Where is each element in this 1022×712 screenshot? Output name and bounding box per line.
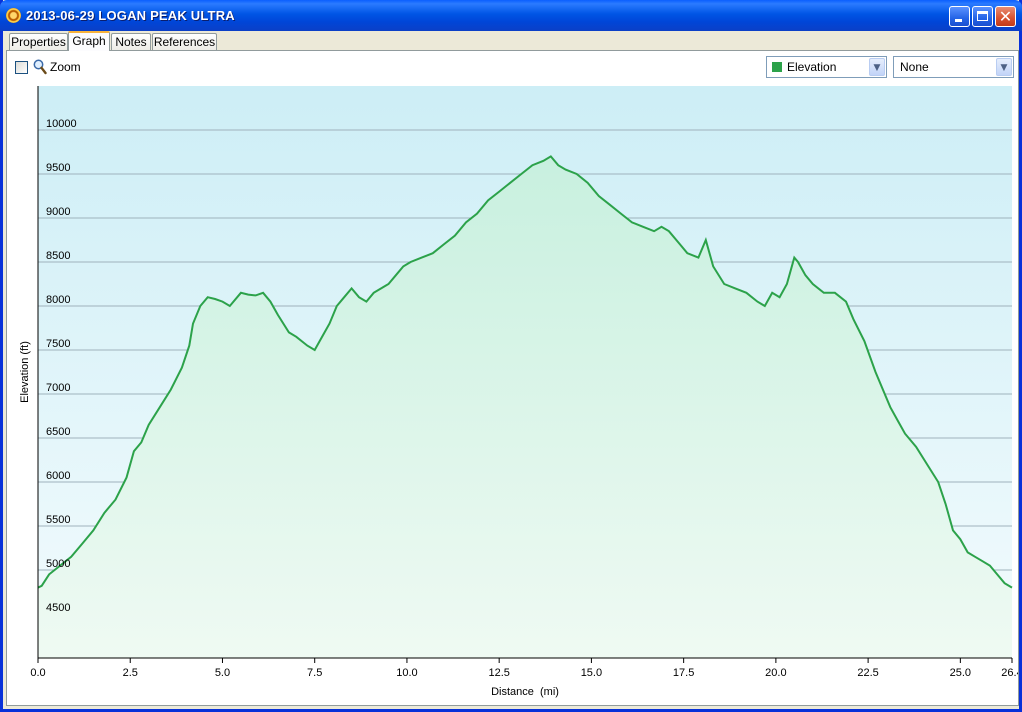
tab-notes[interactable]: Notes	[111, 33, 151, 51]
close-button[interactable]: ✕	[995, 6, 1016, 27]
window-title: 2013-06-29 LOGAN PEAK ULTRA	[26, 8, 235, 23]
tab-label: Notes	[115, 35, 147, 49]
x-tick-label: 12.5	[488, 667, 509, 679]
y-tick-label: 6500	[46, 426, 70, 438]
y-tick-label: 9000	[46, 206, 70, 218]
x-tick-label: 20.0	[765, 667, 786, 679]
app-logo-icon	[6, 8, 21, 23]
y-tick-label: 7000	[46, 382, 70, 394]
tab-references[interactable]: References	[152, 33, 217, 51]
y-tick-label: 10000	[46, 118, 77, 130]
tab-properties[interactable]: Properties	[9, 33, 68, 51]
x-axis-label: Distance (mi)	[491, 686, 559, 698]
elevation-chart[interactable]: 4500 5000 5500 6000 6500 7000 7500 8000 8500 9000…	[7, 51, 1018, 705]
y-tick-label: 4500	[46, 602, 70, 614]
x-tick-label: 5.0	[215, 667, 230, 679]
tab-label: Graph	[72, 34, 106, 48]
tab-graph[interactable]: Graph	[68, 31, 110, 51]
x-tick-label: 10.0	[396, 667, 417, 679]
x-tick-label: 15.0	[581, 667, 602, 679]
x-tick-label: 25.0	[950, 667, 971, 679]
x-tick-label: 26.4	[1001, 667, 1018, 679]
y-tick-label: 8000	[46, 294, 70, 306]
title-bar[interactable]: 2013-06-29 LOGAN PEAK ULTRA ✕	[0, 0, 1022, 31]
y-tick-label: 9500	[46, 162, 70, 174]
minimize-button[interactable]	[949, 6, 970, 27]
y-tick-label: 5500	[46, 514, 70, 526]
y-axis-label: Elevation (ft)	[19, 341, 31, 403]
x-tick-label: 0.0	[30, 667, 45, 679]
x-tick-label: 22.5	[857, 667, 878, 679]
y-tick-label: 8500	[46, 250, 70, 262]
graph-panel: Zoom Elevation ▼ None ▼ 4500 5000 5500 6…	[6, 50, 1019, 706]
y-tick-label: 5000	[46, 558, 70, 570]
maximize-button[interactable]	[972, 6, 993, 27]
x-tick-label: 17.5	[673, 667, 694, 679]
tab-label: Properties	[11, 35, 66, 49]
close-icon: ✕	[998, 7, 1013, 26]
tab-label: References	[153, 35, 216, 49]
x-tick-label: 2.5	[123, 667, 138, 679]
y-tick-label: 6000	[46, 470, 70, 482]
app-window: 2013-06-29 LOGAN PEAK ULTRA ✕ Properties…	[0, 0, 1022, 712]
y-tick-label: 7500	[46, 338, 70, 350]
minimize-icon	[955, 19, 962, 22]
maximize-icon	[977, 11, 988, 21]
x-tick-labels: 0.0 2.5 5.0 7.5 10.0 12.5 15.0 17.5 20.0 22.5 25.0…	[30, 667, 1018, 679]
x-tick-label: 7.5	[307, 667, 322, 679]
